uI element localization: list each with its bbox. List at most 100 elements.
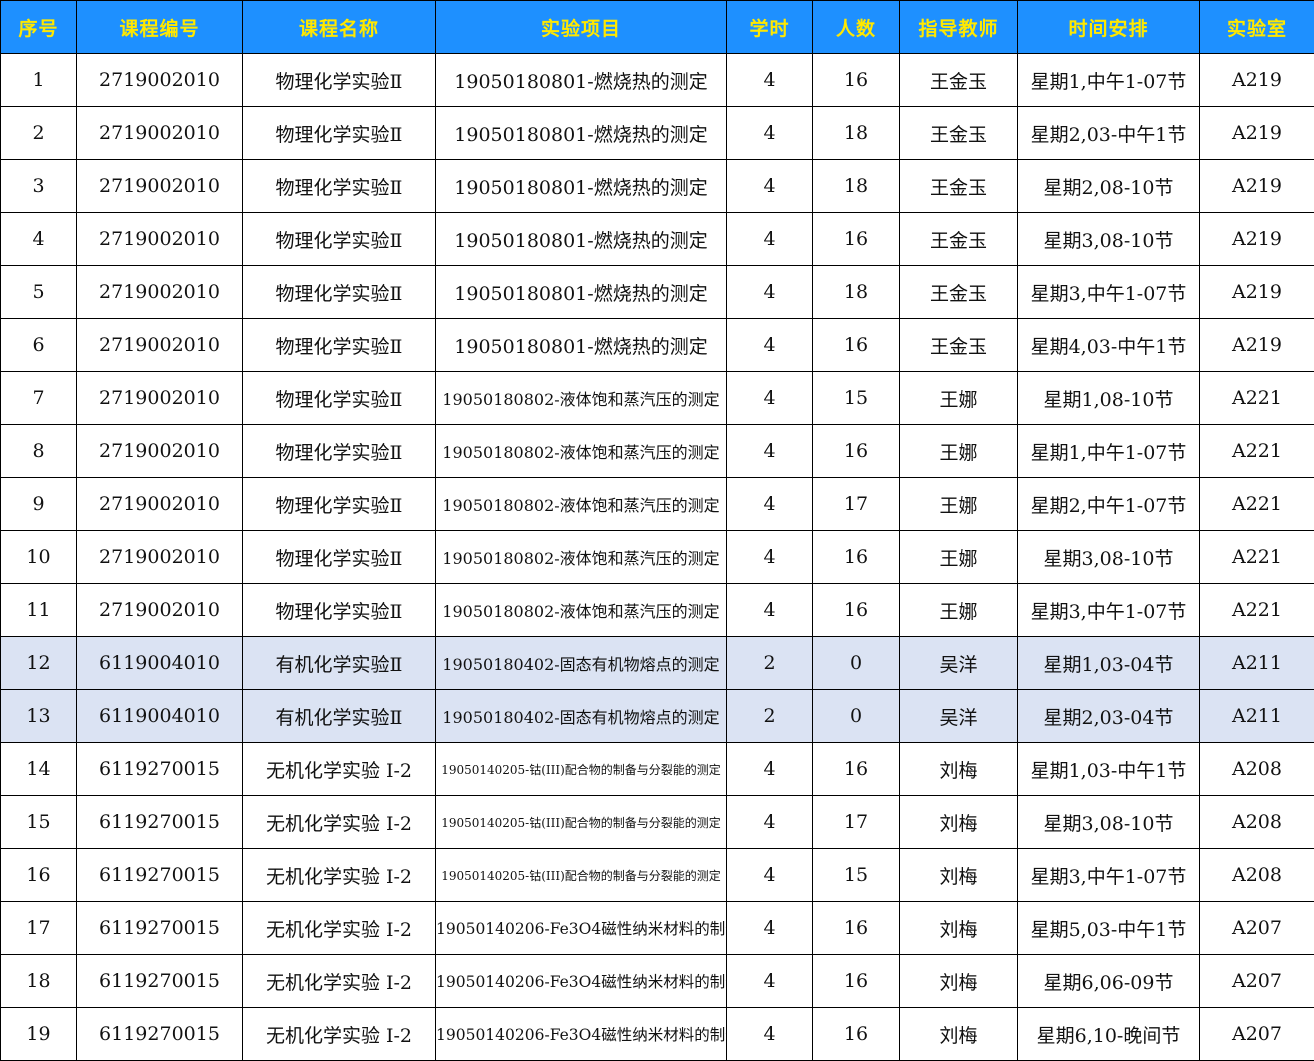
cell-course-code: 6119270015 <box>76 742 243 796</box>
cell-course-code: 6119270015 <box>76 848 243 902</box>
cell-course-code: 6119270015 <box>76 954 243 1008</box>
cell-experiment: 19050180801-燃烧热的测定 <box>435 265 727 319</box>
cell-hours: 4 <box>726 106 813 160</box>
table-row: 2 2719002010 物理化学实验Ⅱ 19050180801-燃烧热的测定 4 18 王… <box>0 106 1314 160</box>
cell-hours: 4 <box>726 318 813 372</box>
cell-course-name: 物理化学实验Ⅱ <box>242 530 436 584</box>
cell-lab: A221 <box>1199 583 1314 637</box>
cell-hours: 4 <box>726 53 813 107</box>
cell-schedule: 星期3,中午1-07节 <box>1017 265 1200 319</box>
cell-students: 18 <box>812 265 900 319</box>
cell-course-name: 物理化学实验Ⅱ <box>242 477 436 531</box>
table-row: 16 6119270015 无机化学实验 Ⅰ-2 19050140205-钴(III)… <box>0 848 1314 902</box>
cell-experiment: 19050180802-液体饱和蒸汽压的测定 <box>435 371 727 425</box>
cell-course-name: 物理化学实验Ⅱ <box>242 159 436 213</box>
cell-teacher: 刘梅 <box>899 848 1018 902</box>
cell-schedule: 星期3,08-10节 <box>1017 795 1200 849</box>
cell-students: 17 <box>812 795 900 849</box>
cell-students: 18 <box>812 106 900 160</box>
table-row: 11 2719002010 物理化学实验Ⅱ 19050180802-液体饱和蒸汽压的测… <box>0 583 1314 637</box>
cell-students: 0 <box>812 636 900 690</box>
cell-course-code: 2719002010 <box>76 424 243 478</box>
table-row: 9 2719002010 物理化学实验Ⅱ 19050180802-液体饱和蒸汽压的测定… <box>0 477 1314 531</box>
cell-hours: 2 <box>726 636 813 690</box>
table-row: 17 6119270015 无机化学实验 Ⅰ-2 19050140206-Fe3O4磁… <box>0 901 1314 955</box>
header-experiment: 实验项目 <box>435 0 727 54</box>
cell-index: 2 <box>0 106 77 160</box>
cell-lab: A221 <box>1199 371 1314 425</box>
cell-course-name: 物理化学实验Ⅱ <box>242 583 436 637</box>
cell-teacher: 刘梅 <box>899 954 1018 1008</box>
cell-schedule: 星期3,中午1-07节 <box>1017 848 1200 902</box>
cell-teacher: 王金玉 <box>899 212 1018 266</box>
cell-course-code: 6119270015 <box>76 795 243 849</box>
cell-lab: A221 <box>1199 530 1314 584</box>
cell-experiment: 19050180801-燃烧热的测定 <box>435 53 727 107</box>
cell-experiment: 19050140206-Fe3O4磁性纳米材料的制备 <box>435 954 727 1008</box>
cell-experiment: 19050140206-Fe3O4磁性纳米材料的制备 <box>435 901 727 955</box>
cell-index: 15 <box>0 795 77 849</box>
cell-lab: A211 <box>1199 636 1314 690</box>
cell-schedule: 星期3,08-10节 <box>1017 212 1200 266</box>
cell-experiment: 19050180802-液体饱和蒸汽压的测定 <box>435 424 727 478</box>
cell-teacher: 刘梅 <box>899 1007 1018 1061</box>
cell-teacher: 刘梅 <box>899 742 1018 796</box>
cell-teacher: 王娜 <box>899 477 1018 531</box>
cell-hours: 4 <box>726 583 813 637</box>
cell-index: 8 <box>0 424 77 478</box>
cell-course-code: 2719002010 <box>76 371 243 425</box>
cell-hours: 4 <box>726 371 813 425</box>
cell-students: 16 <box>812 1007 900 1061</box>
cell-course-code: 2719002010 <box>76 583 243 637</box>
cell-lab: A219 <box>1199 106 1314 160</box>
cell-experiment: 19050140205-钴(III)配合物的制备与分裂能的测定 <box>435 848 727 902</box>
cell-lab: A207 <box>1199 901 1314 955</box>
cell-course-name: 无机化学实验 Ⅰ-2 <box>242 954 436 1008</box>
cell-lab: A207 <box>1199 954 1314 1008</box>
cell-course-name: 物理化学实验Ⅱ <box>242 53 436 107</box>
cell-teacher: 吴洋 <box>899 689 1018 743</box>
cell-index: 18 <box>0 954 77 1008</box>
cell-hours: 4 <box>726 477 813 531</box>
cell-schedule: 星期3,08-10节 <box>1017 530 1200 584</box>
cell-schedule: 星期2,中午1-07节 <box>1017 477 1200 531</box>
cell-students: 15 <box>812 848 900 902</box>
cell-experiment: 19050180802-液体饱和蒸汽压的测定 <box>435 477 727 531</box>
cell-course-code: 2719002010 <box>76 53 243 107</box>
cell-lab: A219 <box>1199 53 1314 107</box>
header-lab: 实验室 <box>1199 0 1314 54</box>
cell-course-code: 2719002010 <box>76 106 243 160</box>
cell-teacher: 王金玉 <box>899 53 1018 107</box>
cell-experiment: 19050180802-液体饱和蒸汽压的测定 <box>435 530 727 584</box>
cell-experiment: 19050180801-燃烧热的测定 <box>435 159 727 213</box>
table-row: 13 6119004010 有机化学实验Ⅱ 19050180402-固态有机物熔点的测… <box>0 689 1314 743</box>
cell-schedule: 星期5,03-中午1节 <box>1017 901 1200 955</box>
cell-experiment: 19050180402-固态有机物熔点的测定 <box>435 636 727 690</box>
cell-schedule: 星期2,03-中午1节 <box>1017 106 1200 160</box>
cell-hours: 4 <box>726 795 813 849</box>
cell-hours: 4 <box>726 848 813 902</box>
table-row: 18 6119270015 无机化学实验 Ⅰ-2 19050140206-Fe3O4磁… <box>0 954 1314 1008</box>
cell-course-name: 无机化学实验 Ⅰ-2 <box>242 1007 436 1061</box>
cell-hours: 4 <box>726 212 813 266</box>
cell-index: 13 <box>0 689 77 743</box>
cell-lab: A221 <box>1199 477 1314 531</box>
cell-index: 7 <box>0 371 77 425</box>
cell-course-name: 物理化学实验Ⅱ <box>242 424 436 478</box>
cell-teacher: 王金玉 <box>899 159 1018 213</box>
cell-course-code: 6119270015 <box>76 1007 243 1061</box>
cell-experiment: 19050180801-燃烧热的测定 <box>435 212 727 266</box>
table-row: 7 2719002010 物理化学实验Ⅱ 19050180802-液体饱和蒸汽压的测定… <box>0 371 1314 425</box>
cell-experiment: 19050140205-钴(III)配合物的制备与分裂能的测定 <box>435 795 727 849</box>
cell-schedule: 星期6,10-晚间节 <box>1017 1007 1200 1061</box>
table-row: 12 6119004010 有机化学实验Ⅱ 19050180402-固态有机物熔点的测… <box>0 636 1314 690</box>
cell-experiment: 19050180801-燃烧热的测定 <box>435 106 727 160</box>
table-row: 14 6119270015 无机化学实验 Ⅰ-2 19050140205-钴(III)… <box>0 742 1314 796</box>
cell-course-code: 6119004010 <box>76 636 243 690</box>
cell-hours: 4 <box>726 1007 813 1061</box>
cell-course-name: 无机化学实验 Ⅰ-2 <box>242 901 436 955</box>
cell-hours: 4 <box>726 265 813 319</box>
cell-course-name: 有机化学实验Ⅱ <box>242 636 436 690</box>
cell-index: 16 <box>0 848 77 902</box>
cell-course-name: 物理化学实验Ⅱ <box>242 265 436 319</box>
